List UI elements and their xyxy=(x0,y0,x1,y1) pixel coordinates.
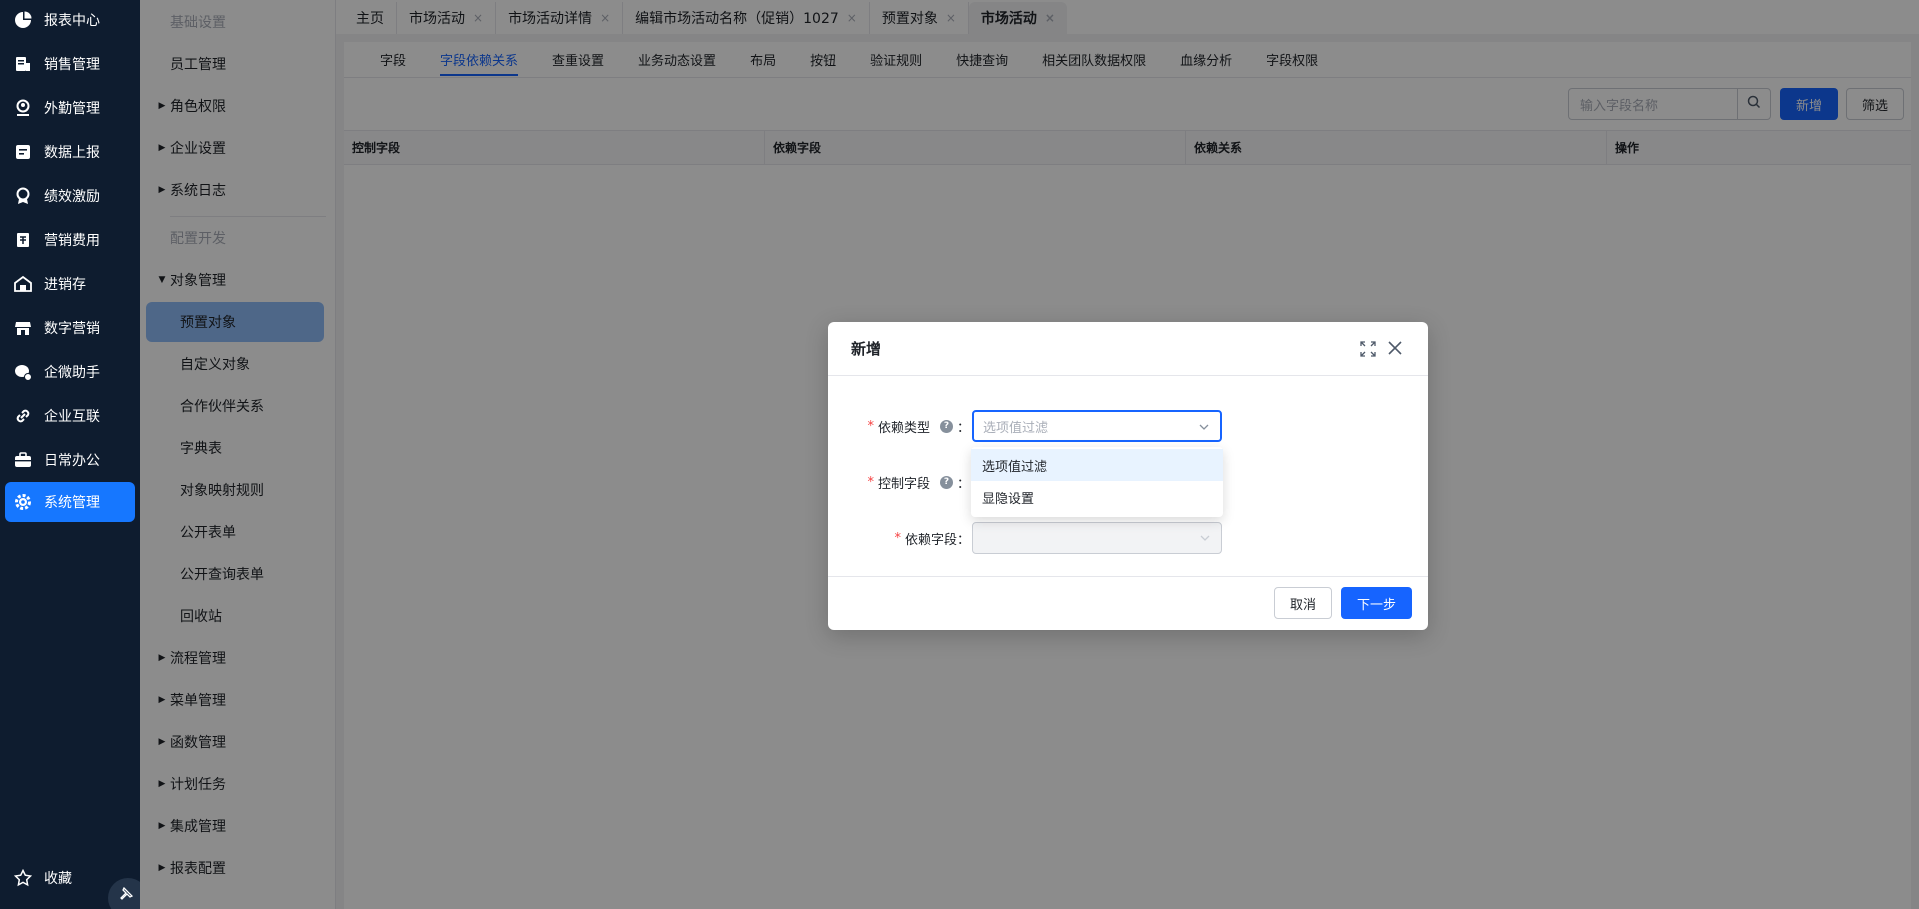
favorites-label: 收藏 xyxy=(44,871,72,887)
nav-item-interconnect[interactable]: 企业互联 xyxy=(5,396,135,436)
nav-item-reports[interactable]: 报表中心 xyxy=(5,0,135,40)
sales-icon xyxy=(14,55,32,73)
help-icon[interactable]: ? xyxy=(939,475,953,489)
nav-item-field[interactable]: 外勤管理 xyxy=(5,88,135,128)
nav-label: 报表中心 xyxy=(44,13,100,29)
wecom-icon xyxy=(14,363,32,381)
dependency-type-dropdown: 选项值过滤 显隐设置 xyxy=(971,447,1223,517)
nav-label: 销售管理 xyxy=(44,57,100,73)
nav-item-digital-marketing[interactable]: 数字营销 xyxy=(5,308,135,348)
nav-label: 营销费用 xyxy=(44,233,100,249)
nav-label: 进销存 xyxy=(44,277,86,293)
nav-label: 数据上报 xyxy=(44,145,100,161)
dialog-header: 新增 xyxy=(828,322,1428,376)
report-upload-icon xyxy=(14,143,32,161)
gear-icon xyxy=(14,493,32,511)
nav-label: 企微助手 xyxy=(44,365,100,381)
nav-label: 数字营销 xyxy=(44,321,100,337)
nav-label: 绩效激励 xyxy=(44,189,100,205)
pin-icon xyxy=(119,886,134,905)
next-button[interactable]: 下一步 xyxy=(1341,587,1412,619)
expense-icon xyxy=(14,231,32,249)
option-value-filter[interactable]: 选项值过滤 xyxy=(971,449,1223,481)
briefcase-icon xyxy=(14,451,32,469)
nav-item-wecom[interactable]: 企微助手 xyxy=(5,352,135,392)
chevron-down-icon xyxy=(1199,532,1211,544)
nav-item-expense[interactable]: 营销费用 xyxy=(5,220,135,260)
required-mark: * xyxy=(867,474,874,490)
close-icon[interactable] xyxy=(1386,339,1404,357)
warehouse-icon xyxy=(14,275,32,293)
favorites[interactable]: 收藏 xyxy=(14,868,72,888)
dependency-type-label: * 依赖类型 ? ： xyxy=(867,418,970,436)
nav-item-performance[interactable]: 绩效激励 xyxy=(5,176,135,216)
nav-label: 企业互联 xyxy=(44,409,100,425)
control-field-label: * 控制字段 ? ： xyxy=(867,474,970,492)
star-icon xyxy=(14,869,32,887)
option-visibility[interactable]: 显隐设置 xyxy=(971,481,1223,513)
nav-item-data-report[interactable]: 数据上报 xyxy=(5,132,135,172)
nav-label: 系统管理 xyxy=(44,495,100,511)
depend-field-label: * 依赖字段 ： xyxy=(894,530,970,548)
depend-field-select[interactable] xyxy=(972,522,1222,554)
nav-item-inventory[interactable]: 进销存 xyxy=(5,264,135,304)
chevron-down-icon xyxy=(1198,421,1210,433)
help-icon[interactable]: ? xyxy=(939,419,953,433)
store-icon xyxy=(14,319,32,337)
required-mark: * xyxy=(867,418,874,434)
nav-label: 日常办公 xyxy=(44,453,100,469)
nav-label: 外勤管理 xyxy=(44,101,100,117)
medal-icon xyxy=(14,187,32,205)
required-mark: * xyxy=(894,530,901,546)
nav-item-sales[interactable]: 销售管理 xyxy=(5,44,135,84)
select-placeholder: 选项值过滤 xyxy=(983,420,1049,436)
form-row-depend-field: * 依赖字段 ： xyxy=(828,522,1428,554)
dependency-type-select[interactable]: 选项值过滤 xyxy=(972,410,1222,442)
form-row-dependency-type: * 依赖类型 ? ： 选项值过滤 xyxy=(828,410,1428,442)
link-icon xyxy=(14,407,32,425)
nav-item-system[interactable]: 系统管理 xyxy=(5,482,135,522)
nav-item-office[interactable]: 日常办公 xyxy=(5,440,135,480)
add-dependency-dialog: 新增 * 依赖类型 ? ： 选项值过滤 * 控制字段 ? ： * 依赖字段 ： xyxy=(828,322,1428,630)
location-person-icon xyxy=(14,99,32,117)
pie-chart-icon xyxy=(14,11,32,29)
dialog-footer: 取消 下一步 xyxy=(828,576,1428,630)
cancel-button[interactable]: 取消 xyxy=(1274,587,1332,619)
expand-icon[interactable] xyxy=(1359,340,1377,358)
dialog-title: 新增 xyxy=(851,340,882,358)
left-nav: 报表中心 销售管理 外勤管理 数据上报 绩效激励 营销费用 进销存 数字营销 企… xyxy=(0,0,148,909)
